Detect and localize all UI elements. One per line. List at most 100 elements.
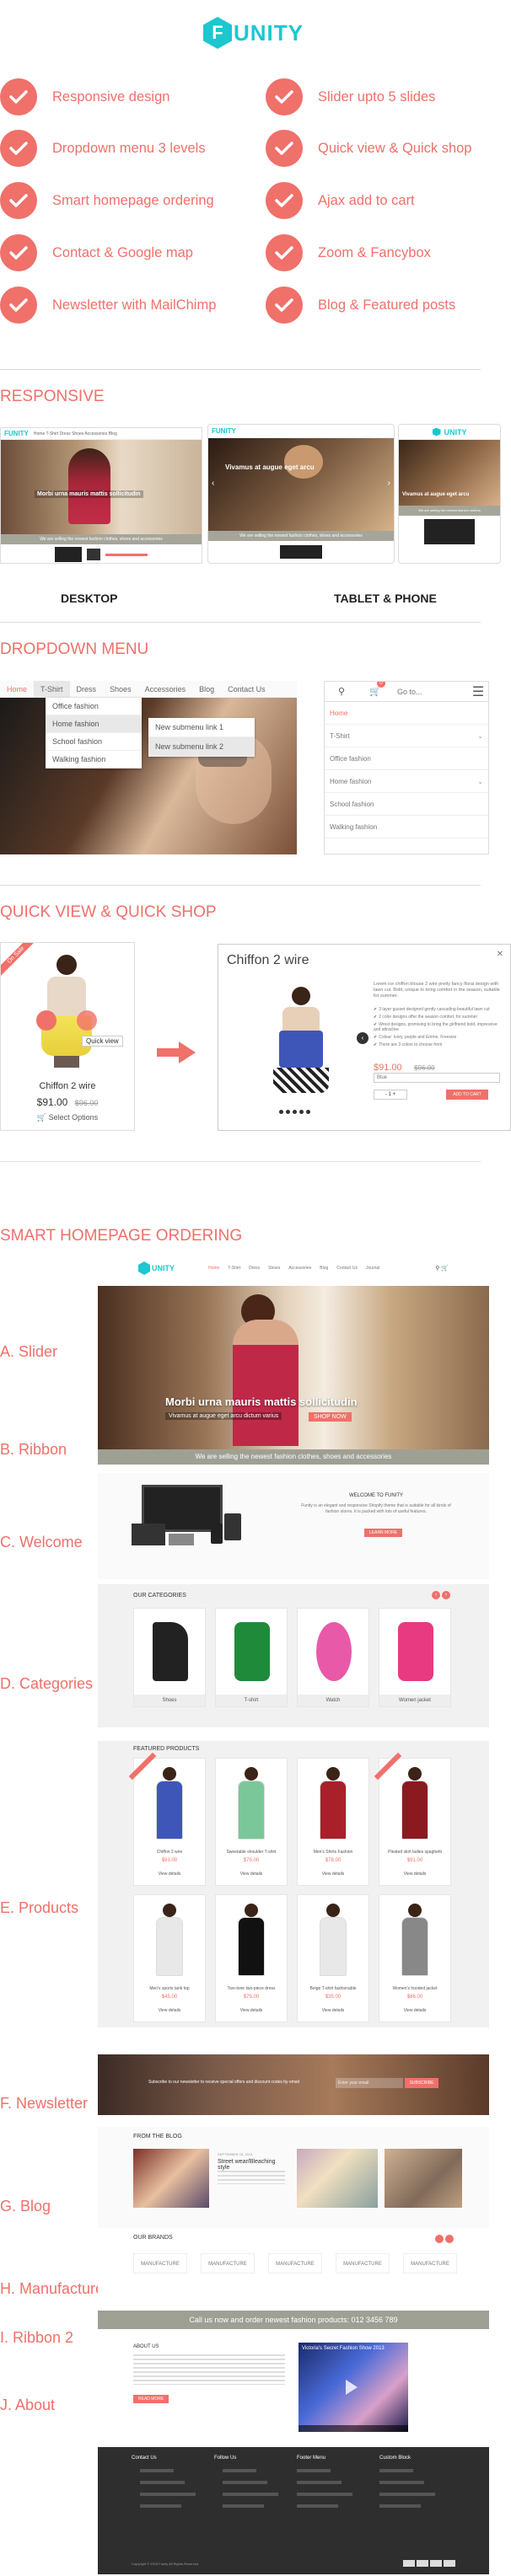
footer-link[interactable] — [379, 2493, 435, 2496]
submenu-link-2[interactable]: New submenu link 2 — [148, 737, 255, 757]
image-prev-icon[interactable]: ‹ — [357, 1032, 368, 1044]
view-details-button[interactable]: View details — [379, 2008, 450, 2013]
product-card[interactable]: Men's sports tank top $45.00 View details — [133, 1894, 206, 2022]
footer-link[interactable] — [379, 2504, 421, 2508]
category-card-t-shirt[interactable]: T-shirt — [215, 1608, 288, 1707]
brand-logo[interactable]: MANUFACTURE — [201, 2253, 255, 2273]
submenu-item-walking-fashion[interactable]: Walking fashion — [46, 751, 142, 769]
product-card[interactable]: Two-tone two-piece dress $75.00 View detai… — [215, 1894, 288, 2022]
category-label[interactable]: Shoes — [134, 1695, 205, 1706]
preview-nav-dress[interactable]: Dress — [249, 1266, 260, 1271]
nav-item-home[interactable]: Home — [0, 681, 34, 698]
brand-logo[interactable]: MANUFACTURE — [336, 2253, 390, 2273]
nav-item-shoes[interactable]: Shoes — [103, 681, 138, 698]
quick-shop-icon[interactable] — [36, 1010, 56, 1031]
footer-link[interactable] — [223, 2493, 278, 2496]
brand-logo[interactable]: MANUFACTURE — [133, 2253, 187, 2273]
footer-link[interactable] — [297, 2493, 352, 2496]
category-label[interactable]: Women jacket — [379, 1695, 450, 1706]
newsletter-subscribe-button[interactable]: SUBSCRIBE — [405, 2078, 438, 2088]
footer-link[interactable] — [379, 2469, 413, 2472]
product-card[interactable]: Women's hooded jacket $66.00 View details — [379, 1894, 451, 2022]
footer-link[interactable] — [297, 2481, 342, 2484]
product-name[interactable]: Chiffon 2 wire — [134, 1850, 205, 1855]
nav-item-accessories[interactable]: Accessories — [138, 681, 193, 698]
categories-prev-icon[interactable]: ‹ — [432, 1591, 440, 1599]
close-icon[interactable]: ✕ — [497, 950, 503, 959]
slider-prev-icon[interactable]: ‹ — [212, 479, 214, 488]
brands-next-icon[interactable] — [445, 2235, 454, 2243]
submenu-item-office-fashion[interactable]: Office fashion — [46, 698, 142, 715]
product-name[interactable]: Beige T-shirt fashionable — [298, 1986, 368, 1991]
category-label[interactable]: Watch — [298, 1695, 368, 1706]
product-name[interactable]: Chiffon 2 wire — [1, 1081, 134, 1091]
variant-select[interactable]: Blue — [374, 1073, 500, 1083]
nav-item-blog[interactable]: Blog — [192, 681, 221, 698]
nav-item-contact-us[interactable]: Contact Us — [221, 681, 272, 698]
category-card-watch[interactable]: Watch — [297, 1608, 369, 1707]
mobile-menu-item-home-fashion[interactable]: Home fashion ⌄ — [325, 770, 488, 793]
cart-icon[interactable]: 🛒 0 — [358, 682, 392, 697]
brands-prev-icon[interactable] — [435, 2235, 444, 2243]
view-details-button[interactable]: View details — [298, 2008, 368, 2013]
product-card[interactable]: Men's Shirts Fashion $78.00 View details — [297, 1758, 369, 1886]
submenu-item-school-fashion[interactable]: School fashion — [46, 733, 142, 751]
product-name[interactable]: Men's Shirts Fashion — [298, 1850, 368, 1855]
goto-select[interactable]: Go to... — [392, 688, 468, 696]
product-card[interactable]: Chiffon 2 wire $91.00 View details — [128, 1752, 206, 1886]
about-read-more-button[interactable]: READ MORE — [133, 2395, 169, 2403]
view-details-button[interactable]: View details — [134, 1872, 205, 1877]
video-play-icon[interactable] — [346, 2380, 358, 2395]
category-card-shoes[interactable]: Shoes — [133, 1608, 206, 1707]
newsletter-email-input[interactable]: Enter your email — [336, 2078, 403, 2088]
footer-link[interactable] — [140, 2469, 174, 2472]
category-card-women-jacket[interactable]: Women jacket — [379, 1608, 451, 1707]
brand-logo[interactable]: MANUFACTURE — [268, 2253, 322, 2273]
preview-nav-t-shirt[interactable]: T-Shirt — [228, 1266, 240, 1271]
footer-link[interactable] — [140, 2493, 196, 2496]
blog-post-title[interactable]: Street wear/Bleaching style — [218, 2159, 285, 2171]
add-to-cart-button[interactable]: ADD TO CART — [446, 1090, 488, 1100]
about-video[interactable]: Victoria's Secret Fashion Show 2013 — [299, 2343, 408, 2432]
brand-logo[interactable]: MANUFACTURE — [403, 2253, 457, 2273]
quick-view-button[interactable]: Quick view — [82, 1036, 123, 1047]
footer-link[interactable] — [223, 2469, 256, 2472]
preview-nav-journal[interactable]: Journal — [366, 1266, 379, 1271]
product-card[interactable]: Pleated skirt ladies spaghetti $91.00 View… — [374, 1752, 451, 1886]
select-options-button[interactable]: 🛒 Select Options — [1, 1113, 134, 1122]
footer-link[interactable] — [223, 2504, 264, 2508]
categories-next-icon[interactable]: › — [442, 1591, 450, 1599]
nav-item-dress[interactable]: Dress — [70, 681, 104, 698]
mobile-menu-item-school-fashion[interactable]: School fashion — [325, 793, 488, 816]
chevron-down-icon[interactable]: ⌄ — [477, 725, 483, 747]
footer-link[interactable] — [379, 2481, 424, 2484]
menu-icon[interactable]: ☰ — [468, 683, 488, 700]
product-name[interactable]: Women's hooded jacket — [379, 1986, 450, 1991]
welcome-button[interactable]: LEARN MORE — [364, 1529, 403, 1537]
slider-shop-button[interactable]: SHOP NOW — [309, 1412, 352, 1422]
mobile-menu-item-t-shirt[interactable]: T-Shirt ⌄ — [325, 725, 488, 747]
slider-next-icon[interactable]: › — [388, 479, 390, 488]
preview-nav-shoes[interactable]: Shoes — [268, 1266, 280, 1271]
product-card[interactable]: Sweetable shoulder T-shirt $75.00 View det… — [215, 1758, 288, 1886]
view-details-button[interactable]: View details — [379, 1872, 450, 1877]
quantity-stepper[interactable]: - 1 + — [374, 1090, 407, 1100]
product-view-icon[interactable] — [77, 1010, 97, 1031]
footer-link[interactable] — [297, 2469, 331, 2472]
category-label[interactable]: T-shirt — [216, 1695, 287, 1706]
footer-link[interactable] — [140, 2481, 185, 2484]
preview-nav-contact-us[interactable]: Contact Us — [336, 1266, 358, 1271]
chevron-down-icon[interactable]: ⌄ — [477, 770, 483, 792]
product-name[interactable]: Two-tone two-piece dress — [216, 1986, 287, 1991]
view-details-button[interactable]: View details — [298, 1872, 368, 1877]
footer-link[interactable] — [223, 2481, 267, 2484]
preview-nav-blog[interactable]: Blog — [320, 1266, 328, 1271]
product-card[interactable]: Beige T-shirt fashionable $35.00 View deta… — [297, 1894, 369, 2022]
mobile-menu-item-home[interactable]: Home — [325, 702, 488, 725]
logo[interactable]: F UNITY — [203, 17, 304, 49]
product-name[interactable]: Men's sports tank top — [134, 1986, 205, 1991]
mobile-menu-item-office-fashion[interactable]: Office fashion — [325, 747, 488, 770]
footer-link[interactable] — [297, 2504, 338, 2508]
product-card[interactable]: On Sale Quick view Chiffon 2 wire $91.00… — [0, 942, 135, 1131]
search-icon[interactable]: ⚲ — [325, 686, 358, 697]
